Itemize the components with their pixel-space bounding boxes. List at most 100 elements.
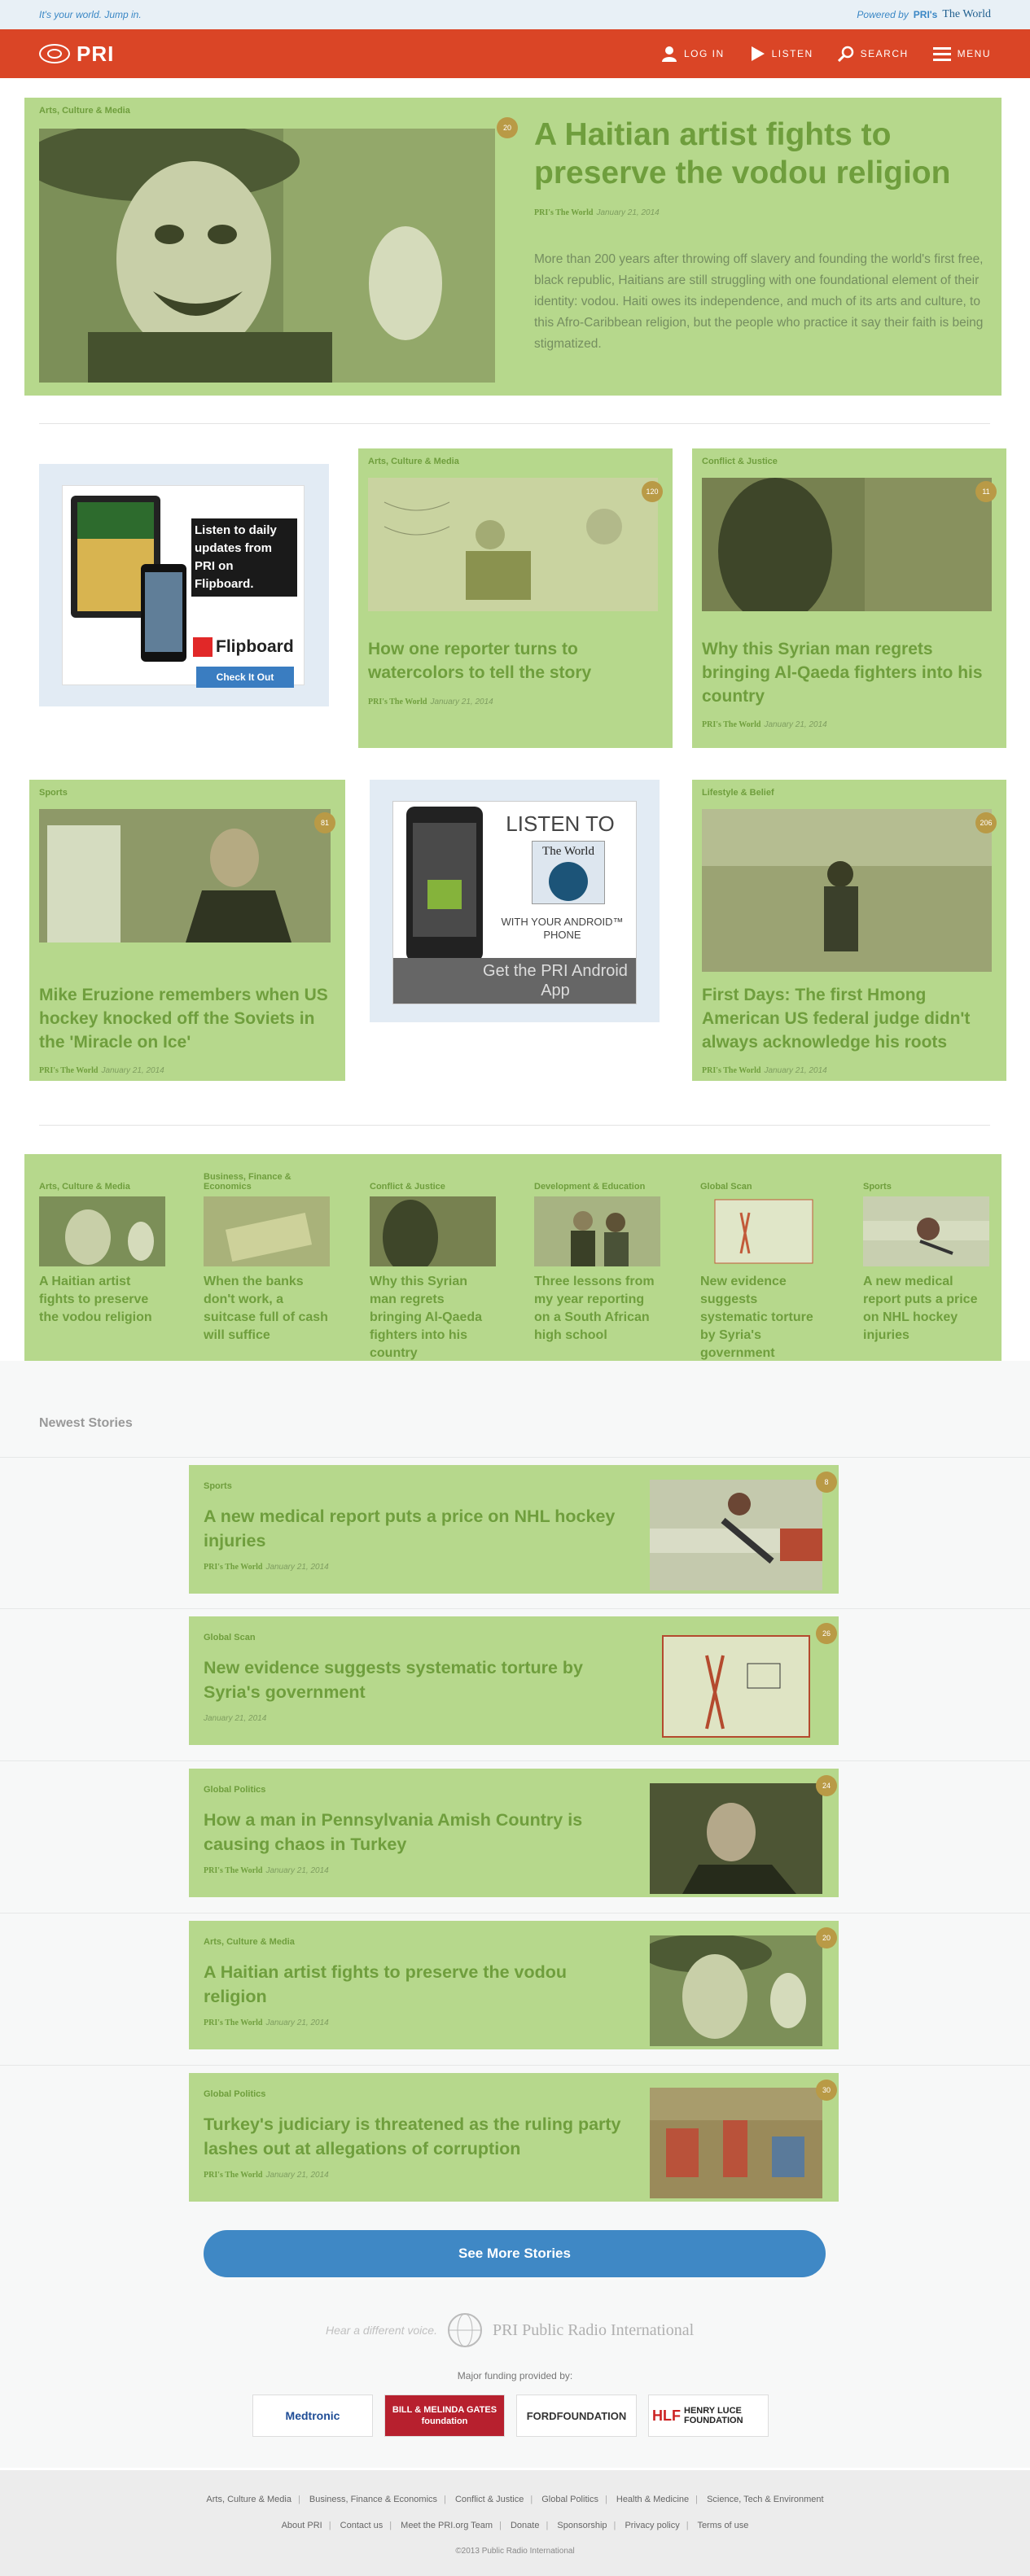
sponsor-medtronic[interactable]: Medtronic xyxy=(252,2394,373,2437)
section-title[interactable]: Three lessons from my year reporting on … xyxy=(534,1273,660,1345)
row-image[interactable] xyxy=(650,2088,822,2198)
sponsor-ford[interactable]: FORDFOUNDATION xyxy=(516,2394,637,2437)
login-button[interactable]: LOG IN xyxy=(661,46,725,62)
section-item[interactable]: Business, Finance & Economics When the b… xyxy=(204,1166,330,1345)
card-title[interactable]: First Days: The first Hmong American US … xyxy=(702,983,995,1054)
card-comment-count[interactable]: 81 xyxy=(314,812,335,833)
section-category[interactable]: Arts, Culture & Media xyxy=(39,1166,165,1192)
row-comment-count[interactable]: 26 xyxy=(816,1623,837,1644)
section-thumb[interactable] xyxy=(534,1196,660,1266)
section-title[interactable]: New evidence suggests systematic torture… xyxy=(700,1273,826,1362)
android-ad[interactable]: LISTEN TO The World WITH YOUR ANDROID™ P… xyxy=(370,780,660,1022)
story-card[interactable]: Arts, Culture & Media 120 How one report… xyxy=(358,448,673,748)
sponsor-gates[interactable]: BILL & MELINDA GATES foundation xyxy=(384,2394,505,2437)
footer-link[interactable]: Meet the PRI.org Team xyxy=(401,2521,493,2530)
hero-title[interactable]: A Haitian artist fights to preserve the … xyxy=(534,116,990,192)
section-category[interactable]: Sports xyxy=(863,1166,989,1192)
card-comment-count[interactable]: 11 xyxy=(975,481,997,502)
powered-by[interactable]: Powered by PRI's The World xyxy=(857,8,991,21)
row-comment-count[interactable]: 30 xyxy=(816,2080,837,2101)
footer-link[interactable]: Health & Medicine xyxy=(616,2495,689,2504)
hero-source[interactable]: PRI's The World xyxy=(534,208,593,217)
card-source[interactable]: PRI's The World xyxy=(702,1066,760,1075)
row-title[interactable]: New evidence suggests systematic torture… xyxy=(204,1655,627,1704)
flipboard-ad[interactable]: Listen to daily updates from PRI on Flip… xyxy=(39,464,329,706)
hero-story[interactable]: Arts, Culture & Media 20 A Haitian artis… xyxy=(24,98,1002,396)
card-title[interactable]: Mike Eruzione remembers when US hockey k… xyxy=(39,983,332,1054)
card-category[interactable]: Arts, Culture & Media xyxy=(368,457,459,466)
row-image[interactable] xyxy=(650,1631,822,1742)
flipboard-cta-button[interactable]: Check It Out xyxy=(196,667,294,688)
menu-button[interactable]: MENU xyxy=(932,46,991,62)
section-thumb[interactable] xyxy=(39,1196,165,1266)
search-button[interactable]: SEARCH xyxy=(837,46,909,62)
newest-story-row[interactable]: Arts, Culture & Media A Haitian artist f… xyxy=(189,1921,839,2049)
story-card[interactable]: Conflict & Justice 11 Why this Syrian ma… xyxy=(692,448,1006,748)
card-source[interactable]: PRI's The World xyxy=(702,720,760,729)
section-title[interactable]: Why this Syrian man regrets bringing Al-… xyxy=(370,1273,496,1362)
section-item[interactable]: Arts, Culture & Media A Haitian artist f… xyxy=(39,1166,165,1327)
hero-image[interactable] xyxy=(39,129,495,383)
section-title[interactable]: A new medical report puts a price on NHL… xyxy=(863,1273,989,1345)
footer-link[interactable]: Business, Finance & Economics xyxy=(309,2495,437,2504)
section-thumb[interactable] xyxy=(370,1196,496,1266)
section-item[interactable]: Development & Education Three lessons fr… xyxy=(534,1166,660,1345)
pri-logo[interactable]: PRI xyxy=(39,42,114,67)
row-title[interactable]: A new medical report puts a price on NHL… xyxy=(204,1504,627,1553)
row-image[interactable] xyxy=(650,1935,822,2046)
footer-link[interactable]: Privacy policy xyxy=(625,2521,679,2530)
section-item[interactable]: Global Scan New evidence suggests system… xyxy=(700,1166,826,1362)
newest-story-row[interactable]: Sports A new medical report puts a price… xyxy=(189,1465,839,1594)
row-source[interactable]: PRI's The World xyxy=(204,2171,262,2180)
footer-pri-logo[interactable]: Hear a different voice. PRI Public Radio… xyxy=(326,2310,703,2351)
newest-story-row[interactable]: Global Politics Turkey's judiciary is th… xyxy=(189,2073,839,2202)
card-image[interactable] xyxy=(702,809,992,972)
card-image[interactable] xyxy=(368,478,658,611)
row-category[interactable]: Global Scan xyxy=(204,1633,256,1642)
hero-comment-count[interactable]: 20 xyxy=(497,117,518,138)
section-thumb[interactable] xyxy=(204,1196,330,1266)
footer-link[interactable]: Contact us xyxy=(340,2521,384,2530)
row-title[interactable]: How a man in Pennsylvania Amish Country … xyxy=(204,1808,627,1857)
row-category[interactable]: Global Politics xyxy=(204,2089,265,2099)
section-title[interactable]: A Haitian artist fights to preserve the … xyxy=(39,1273,165,1327)
row-comment-count[interactable]: 20 xyxy=(816,1927,837,1948)
see-more-stories-button[interactable]: See More Stories xyxy=(204,2230,826,2277)
card-image[interactable] xyxy=(702,478,992,611)
card-category[interactable]: Conflict & Justice xyxy=(702,457,778,466)
row-category[interactable]: Global Politics xyxy=(204,1785,265,1795)
row-category[interactable]: Sports xyxy=(204,1481,232,1491)
card-source[interactable]: PRI's The World xyxy=(39,1066,98,1075)
footer-link[interactable]: Conflict & Justice xyxy=(455,2495,524,2504)
footer-link[interactable]: Donate xyxy=(511,2521,539,2530)
card-category[interactable]: Lifestyle & Belief xyxy=(702,788,774,798)
section-title[interactable]: When the banks don't work, a suitcase fu… xyxy=(204,1273,330,1345)
row-source[interactable]: PRI's The World xyxy=(204,1563,262,1572)
newest-story-row[interactable]: Global Scan New evidence suggests system… xyxy=(189,1616,839,1745)
card-image[interactable] xyxy=(39,809,331,942)
row-title[interactable]: Turkey's judiciary is threatened as the … xyxy=(204,2112,627,2161)
footer-link[interactable]: Global Politics xyxy=(541,2495,598,2504)
section-category[interactable]: Conflict & Justice xyxy=(370,1166,496,1192)
card-comment-count[interactable]: 120 xyxy=(642,481,663,502)
card-title[interactable]: Why this Syrian man regrets bringing Al-… xyxy=(702,637,995,708)
section-category[interactable]: Business, Finance & Economics xyxy=(204,1166,330,1192)
section-thumb[interactable] xyxy=(863,1196,989,1266)
section-item[interactable]: Conflict & Justice Why this Syrian man r… xyxy=(370,1166,496,1362)
footer-link[interactable]: Sponsorship xyxy=(557,2521,607,2530)
row-image[interactable] xyxy=(650,1783,822,1894)
section-category[interactable]: Development & Education xyxy=(534,1166,660,1192)
footer-link[interactable]: Science, Tech & Environment xyxy=(707,2495,823,2504)
story-card[interactable]: Lifestyle & Belief 206 First Days: The f… xyxy=(692,780,1006,1081)
row-title[interactable]: A Haitian artist fights to preserve the … xyxy=(204,1960,627,2009)
footer-link[interactable]: Arts, Culture & Media xyxy=(206,2495,291,2504)
card-category[interactable]: Sports xyxy=(39,788,68,798)
story-card[interactable]: Sports 81 Mike Eruzione remembers when U… xyxy=(29,780,345,1081)
section-thumb[interactable] xyxy=(700,1196,826,1266)
row-source[interactable]: PRI's The World xyxy=(204,1866,262,1875)
row-image[interactable] xyxy=(650,1480,822,1590)
section-item[interactable]: Sports A new medical report puts a price… xyxy=(863,1166,989,1345)
row-category[interactable]: Arts, Culture & Media xyxy=(204,1937,295,1947)
card-source[interactable]: PRI's The World xyxy=(368,698,427,706)
hero-category[interactable]: Arts, Culture & Media xyxy=(39,106,130,116)
